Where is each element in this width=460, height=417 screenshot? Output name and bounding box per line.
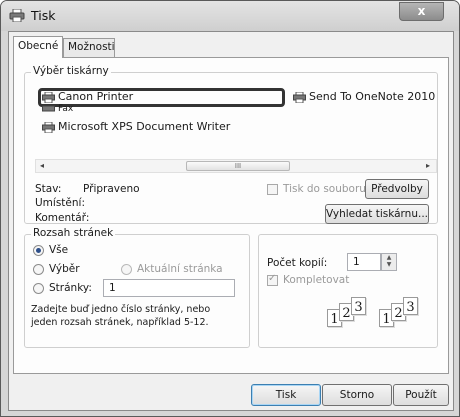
- page-range-hint-line-1: Zadejte buď jedno číslo stránky, nebo: [31, 304, 211, 315]
- print-dialog: Tisk x Obecné Možnosti Výběr tiskárny Ca…: [0, 0, 460, 417]
- radio-all[interactable]: [33, 245, 44, 256]
- radio-pages-label: Stránky:: [49, 282, 92, 294]
- horizontal-scrollbar[interactable]: ◂ III ▸: [35, 159, 437, 173]
- printer-icon: [42, 91, 55, 103]
- printer-name: Send To OneNote 2010: [309, 90, 436, 103]
- title-bar[interactable]: Tisk x: [1, 1, 459, 31]
- radio-selection[interactable]: [33, 264, 44, 275]
- printer-item-onenote[interactable]: Send To OneNote 2010: [293, 89, 435, 105]
- printer-icon: [293, 91, 306, 103]
- collate-page: 3: [403, 297, 418, 315]
- copies-group: Počet kopií: 1 ▲▼ Kompletovat 1 2 3 1 2 …: [258, 234, 438, 348]
- page-range-group: Rozsah stránek Vše Výběr Aktuální stránk…: [24, 227, 250, 348]
- collate-checkbox[interactable]: [267, 273, 278, 286]
- status-value: Připraveno: [83, 183, 140, 195]
- printer-icon: [42, 121, 55, 133]
- status-label: Stav:: [35, 183, 62, 195]
- radio-all-label: Vše: [49, 244, 69, 256]
- print-button[interactable]: Tisk: [251, 384, 321, 406]
- comment-label: Komentář:: [35, 212, 90, 224]
- printer-name: Canon Printer: [58, 90, 134, 103]
- page-range-label: Rozsah stránek: [31, 227, 116, 239]
- printer-name: Microsoft XPS Document Writer: [58, 120, 231, 133]
- radio-current-page-label: Aktuální stránka: [137, 263, 223, 275]
- collate-illustration-2: 1 2 3: [379, 295, 429, 331]
- printer-select-label: Výběr tiskárny: [31, 65, 111, 77]
- close-button[interactable]: x: [399, 2, 444, 21]
- window-title: Tisk: [31, 8, 56, 23]
- tab-options[interactable]: Možnosti: [63, 38, 115, 57]
- cancel-button[interactable]: Storno: [322, 384, 392, 406]
- radio-pages[interactable]: [33, 283, 44, 294]
- find-printer-button[interactable]: Vyhledat tiskárnu...: [325, 204, 429, 224]
- collate-label: Kompletovat: [283, 274, 350, 286]
- print-to-file-label: Tisk do souboru: [283, 183, 366, 195]
- preferences-button[interactable]: Předvolby: [365, 179, 429, 199]
- copies-spinner[interactable]: ▲ ▼: [381, 253, 397, 271]
- radio-selection-label: Výběr: [49, 263, 80, 275]
- scroll-thumb[interactable]: III: [186, 161, 290, 171]
- fax-icon: [42, 105, 55, 112]
- printer-name: Fax: [58, 104, 74, 113]
- collate-page: 3: [351, 297, 366, 315]
- apply-button[interactable]: Použít: [393, 384, 449, 406]
- printer-item-fax[interactable]: Fax: [42, 103, 73, 113]
- print-to-file-checkbox[interactable]: [267, 184, 278, 195]
- scroll-left-icon[interactable]: ◂: [40, 160, 44, 172]
- pages-input[interactable]: 1: [103, 279, 235, 297]
- dialog-body: Obecné Možnosti Výběr tiskárny Canon Pri…: [8, 31, 454, 411]
- tab-general[interactable]: Obecné: [13, 36, 63, 58]
- general-panel: Výběr tiskárny Canon Printer Send To One…: [13, 57, 449, 374]
- printer-select-group: Výběr tiskárny Canon Printer Send To One…: [24, 65, 438, 224]
- location-label: Umístění:: [35, 197, 85, 209]
- copies-input[interactable]: 1: [347, 253, 381, 271]
- scroll-right-icon[interactable]: ▸: [426, 160, 430, 172]
- printer-icon: [9, 9, 25, 22]
- printer-list[interactable]: Canon Printer Send To OneNote 2010 Fax M…: [35, 85, 437, 149]
- collate-illustration-1: 1 2 3: [327, 295, 377, 331]
- radio-current-page[interactable]: [121, 264, 132, 275]
- printer-item-xps[interactable]: Microsoft XPS Document Writer: [42, 119, 230, 135]
- page-range-hint-line-2: jeden rozsah stránek, například 5-12.: [31, 317, 209, 328]
- copies-label: Počet kopií:: [267, 257, 328, 269]
